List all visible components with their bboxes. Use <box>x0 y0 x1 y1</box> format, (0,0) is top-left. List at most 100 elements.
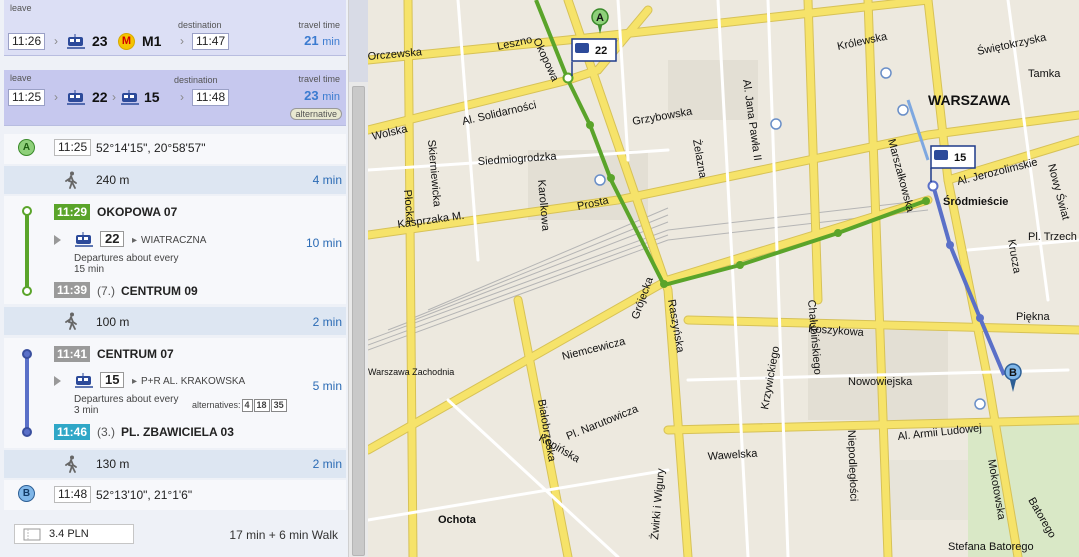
stop-dot <box>22 206 32 216</box>
tram-icon <box>75 232 93 247</box>
street-label: Niepodległości <box>845 430 859 502</box>
frequency-text: Departures about every <box>74 394 179 405</box>
alternatives: alternatives: 4 18 35 <box>192 399 287 412</box>
walk-distance: 130 m <box>96 457 130 471</box>
leave-label: leave <box>10 73 32 83</box>
arrival-stop[interactable]: CENTRUM 09 <box>121 284 198 298</box>
route-option-2[interactable]: leave 11:25 › 22 › 15 › destination 11:4… <box>4 70 346 126</box>
direction-arrow-icon: ▸ <box>132 376 138 387</box>
transit-leg-2: 11:41 CENTRUM 07 15 ▸ P+R AL. KRAKOWSKA … <box>4 338 346 448</box>
line-number[interactable]: 22 <box>100 231 125 247</box>
marker-letter: A <box>596 12 604 24</box>
route-option-1[interactable]: leave 11:26 › 23 M M1 › destination 11:4… <box>4 0 346 56</box>
marker-letter: B <box>1009 367 1017 379</box>
line-number: 23 <box>92 33 108 49</box>
end-time: 11:48 <box>54 486 92 503</box>
alternative-line[interactable]: 18 <box>253 399 270 412</box>
city-label: WARSZAWA <box>928 92 1010 108</box>
stop-count: (7.) <box>97 284 115 298</box>
street-label: Piękna <box>1016 311 1051 323</box>
street-label: Pl. Trzech Krzyży <box>1028 231 1079 243</box>
expand-triangle-icon[interactable] <box>54 235 61 245</box>
stop-dot <box>922 197 930 205</box>
departure-stop[interactable]: OKOPOWA 07 <box>97 205 177 219</box>
tram-icon <box>121 90 139 105</box>
stop-dot <box>976 314 984 322</box>
summary-footer: 3.4 PLN 17 min + 6 min Walk <box>4 517 346 557</box>
line-number: M1 <box>142 33 162 49</box>
departure-time: 11:29 <box>54 204 91 220</box>
fare-box[interactable]: 3.4 PLN <box>14 524 134 544</box>
travel-time-label: travel time <box>298 74 340 84</box>
walk-duration: 4 min <box>312 173 342 187</box>
tram-icon <box>575 43 589 53</box>
tram-icon <box>67 34 85 49</box>
tram-icon <box>934 150 948 160</box>
leave-time: 11:26 <box>8 33 46 50</box>
expand-triangle-icon[interactable] <box>54 376 61 386</box>
marker-b-icon: B <box>18 485 35 502</box>
walk-row: 240 m 4 min <box>4 166 346 194</box>
leave-time: 11:25 <box>8 89 46 106</box>
departure-time: 11:41 <box>54 346 91 362</box>
walk-duration: 2 min <box>312 457 342 471</box>
arrival-stop[interactable]: PL. ZBAWICIELA 03 <box>121 425 234 439</box>
chevron-right-icon: › <box>112 90 116 104</box>
line-number: 22 <box>92 89 108 105</box>
route-flag-label: 22 <box>595 45 607 57</box>
walk-duration: 2 min <box>312 315 342 329</box>
stop-dot <box>660 280 668 288</box>
line-number[interactable]: 15 <box>100 372 125 388</box>
stop-dot <box>607 174 615 182</box>
walking-person-icon <box>65 312 77 330</box>
trip-summary: 17 min + 6 min Walk <box>229 528 338 542</box>
street-label: Nowowiejska <box>848 376 913 388</box>
chevron-right-icon: › <box>54 34 58 48</box>
leg-duration: 5 min <box>312 379 342 393</box>
alternative-line[interactable]: 35 <box>270 399 287 412</box>
alternative-line[interactable]: 4 <box>241 399 253 412</box>
chevron-right-icon: › <box>180 90 184 104</box>
route-line-blue <box>25 354 29 432</box>
alternative-badge[interactable]: alternative <box>290 108 342 120</box>
route-panel: leave 11:26 › 23 M M1 › destination 11:4… <box>0 0 350 557</box>
metro-icon: M <box>118 33 135 50</box>
street-label: Tamka <box>1028 68 1061 80</box>
stop-dot <box>22 427 32 437</box>
ticket-icon <box>23 528 41 541</box>
chevron-right-icon: › <box>54 90 58 104</box>
end-coordinates: 52°13'10", 21°1'6" <box>96 488 193 502</box>
district-label: Ochota <box>438 514 477 526</box>
leg-duration: 10 min <box>305 236 342 250</box>
stop-dot <box>562 72 574 84</box>
route-flag-label: 15 <box>954 152 966 164</box>
walk-row: 100 m 2 min <box>4 307 346 335</box>
leave-label: leave <box>10 3 32 13</box>
travel-time-value: 23 min <box>304 88 340 103</box>
start-coordinates: 52°14'15", 20°58'57" <box>96 141 206 155</box>
alternatives-label: alternatives: <box>192 400 241 410</box>
walk-distance: 240 m <box>96 173 130 187</box>
direction-arrow-icon: ▸ <box>132 235 138 246</box>
stop-dot <box>586 121 594 129</box>
map-canvas[interactable]: 22 15 A B WARSZAWA Śródmieście Leszno Ok… <box>368 0 1079 557</box>
destination-label: destination <box>174 75 218 85</box>
district-label: Śródmieście <box>943 195 1008 208</box>
scrollbar-thumb[interactable] <box>352 86 365 556</box>
line-number: 15 <box>144 89 160 105</box>
marker-a-icon: A <box>18 139 35 156</box>
end-point-row: B 11:48 52°13'10", 21°1'6" <box>4 480 346 510</box>
map-view[interactable]: 22 15 A B WARSZAWA Śródmieście Leszno Ok… <box>368 0 1079 557</box>
street-label: Stefana Batorego <box>948 541 1034 553</box>
arrival-time: 11:39 <box>54 282 91 298</box>
destination-time: 11:47 <box>192 33 230 50</box>
scrollbar[interactable] <box>348 0 369 557</box>
stop-dot <box>834 229 842 237</box>
destination-time: 11:48 <box>192 89 230 106</box>
departure-stop[interactable]: CENTRUM 07 <box>97 347 174 361</box>
stop-dot <box>22 286 32 296</box>
walking-person-icon <box>65 455 77 473</box>
stop-dot <box>946 241 954 249</box>
destination-label: destination <box>178 20 222 30</box>
park-area <box>968 420 1079 557</box>
